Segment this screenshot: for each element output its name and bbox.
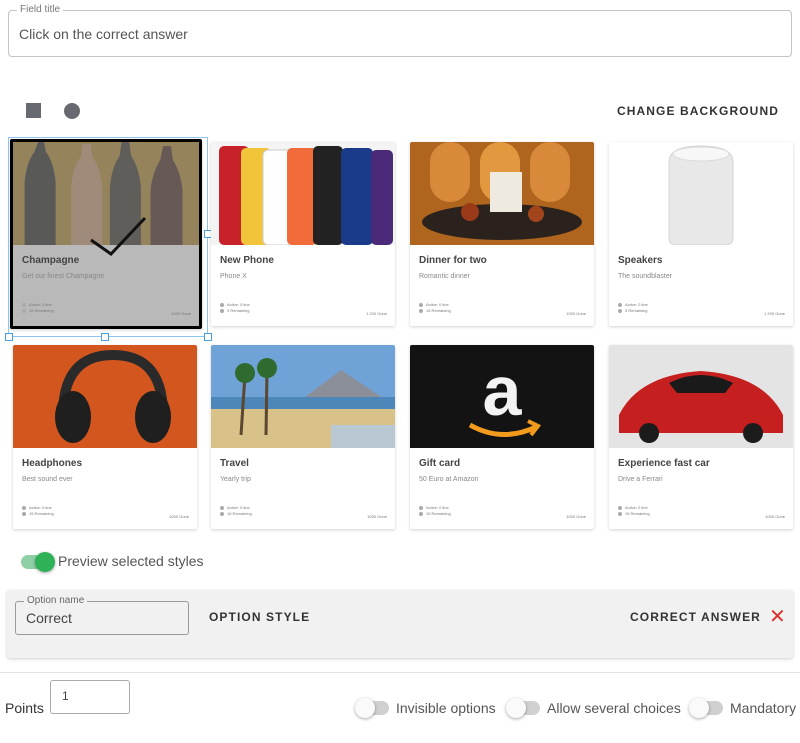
card-title: Dinner for two <box>419 255 487 266</box>
correct-answer-button[interactable]: CORRECT ANSWER <box>630 610 761 624</box>
card-meta: Active: 0 line 15 Remaining <box>419 302 451 314</box>
invisible-options-label: Invisible options <box>396 700 496 716</box>
option-card-gift-card[interactable]: a Gift card 50 Euro at Amazon Active: 0 … <box>410 345 594 529</box>
close-icon[interactable]: ✕ <box>769 604 786 629</box>
card-meta: Active: 0 line 15 Remaining <box>618 505 650 517</box>
option-name-input[interactable]: Option name Correct <box>15 595 189 635</box>
change-background-button[interactable]: CHANGE BACKGROUND <box>617 104 779 118</box>
toggle-knob <box>506 698 526 718</box>
points-label: Points <box>5 700 44 716</box>
card-subtitle: Phone X <box>220 273 247 280</box>
square-shape-icon[interactable] <box>26 103 41 118</box>
toggle-knob <box>355 698 375 718</box>
card-subtitle: Get our finest Champagne <box>22 273 105 280</box>
card-meta: Active: 0 line 3 Remaining <box>220 302 250 314</box>
option-name-legend: Option name <box>24 595 88 607</box>
preview-styles-toggle[interactable] <box>21 552 55 572</box>
option-style-button[interactable]: OPTION STYLE <box>209 610 310 624</box>
card-meta: Active: 0 line 15 Remaining <box>22 505 54 517</box>
travel-image <box>211 345 395 448</box>
card-subtitle: Drive a Ferrari <box>618 476 663 483</box>
headphones-image <box>13 345 197 448</box>
amazon-logo-image: a <box>410 345 594 448</box>
card-subtitle: Yearly trip <box>220 476 251 483</box>
points-value: 1 <box>62 689 69 703</box>
card-title: Champagne <box>22 255 80 266</box>
mandatory-toggle[interactable] <box>689 698 723 718</box>
invisible-options-toggle[interactable] <box>355 698 389 718</box>
card-gone: 1000 Gone <box>171 311 191 316</box>
car-image <box>609 345 793 448</box>
circle-shape-icon[interactable] <box>64 103 80 119</box>
resize-handle-bottom-left[interactable] <box>5 333 13 341</box>
mandatory-label: Mandatory <box>730 700 797 716</box>
field-title-value: Click on the correct answer <box>19 26 188 42</box>
checkmark-icon <box>90 216 147 256</box>
card-gone: 1 200 Gone <box>366 311 387 316</box>
card-title: Travel <box>220 458 249 469</box>
card-meta: Active: 0 line 15 Remaining <box>419 505 451 517</box>
card-title: Gift card <box>419 458 461 469</box>
card-subtitle: Best sound ever <box>22 476 73 483</box>
option-card-headphones[interactable]: Headphones Best sound ever Active: 0 lin… <box>13 345 197 529</box>
speaker-image <box>609 142 793 245</box>
allow-several-choices-toggle[interactable] <box>506 698 540 718</box>
card-title: Speakers <box>618 255 663 266</box>
option-card-fast-car[interactable]: Experience fast car Drive a Ferrari Acti… <box>609 345 793 529</box>
card-subtitle: 50 Euro at Amazon <box>419 476 479 483</box>
option-card-champagne[interactable]: Champagne Get our finest Champagne Activ… <box>10 139 202 329</box>
option-card-dinner[interactable]: Dinner for two Romantic dinner Active: 0… <box>410 142 594 326</box>
card-gone: 1000 Gone <box>169 514 189 519</box>
card-gone: 1 200 Gone <box>764 311 785 316</box>
card-title: Experience fast car <box>618 458 710 469</box>
points-input[interactable]: 1 <box>50 680 130 714</box>
field-title-input[interactable]: Field title Click on the correct answer <box>8 4 792 57</box>
phone-image <box>211 142 395 245</box>
dinner-image <box>410 142 594 245</box>
card-subtitle: Romantic dinner <box>419 273 470 280</box>
resize-handle-bottom[interactable] <box>101 333 109 341</box>
option-name-value: Correct <box>26 610 72 626</box>
option-card-speakers[interactable]: Speakers The soundblaster Active: 0 line… <box>609 142 793 326</box>
card-gone: 1000 Gone <box>566 311 586 316</box>
card-title: New Phone <box>220 255 274 266</box>
resize-handle-corner[interactable] <box>204 333 212 341</box>
divider <box>0 672 800 673</box>
toggle-knob <box>689 698 709 718</box>
card-gone: 1000 Gone <box>765 514 785 519</box>
option-card-travel[interactable]: Travel Yearly trip Active: 0 line 15 Rem… <box>211 345 395 529</box>
toggle-knob <box>35 552 55 572</box>
allow-several-choices-label: Allow several choices <box>547 700 681 716</box>
card-title: Headphones <box>22 458 83 469</box>
field-title-legend: Field title <box>17 4 64 16</box>
card-gone: 1000 Gone <box>367 514 387 519</box>
card-meta: Active: 0 line 15 Remaining <box>22 302 54 314</box>
svg-text:a: a <box>483 352 523 430</box>
card-meta: Active: 0 line 15 Remaining <box>220 505 252 517</box>
card-gone: 1000 Gone <box>566 514 586 519</box>
option-style-panel: Option name Correct OPTION STYLE CORRECT… <box>7 590 793 658</box>
card-meta: Active: 0 line 3 Remaining <box>618 302 648 314</box>
option-card-new-phone[interactable]: New Phone Phone X Active: 0 line 3 Remai… <box>211 142 395 326</box>
preview-styles-label: Preview selected styles <box>58 553 204 569</box>
card-subtitle: The soundblaster <box>618 273 673 280</box>
